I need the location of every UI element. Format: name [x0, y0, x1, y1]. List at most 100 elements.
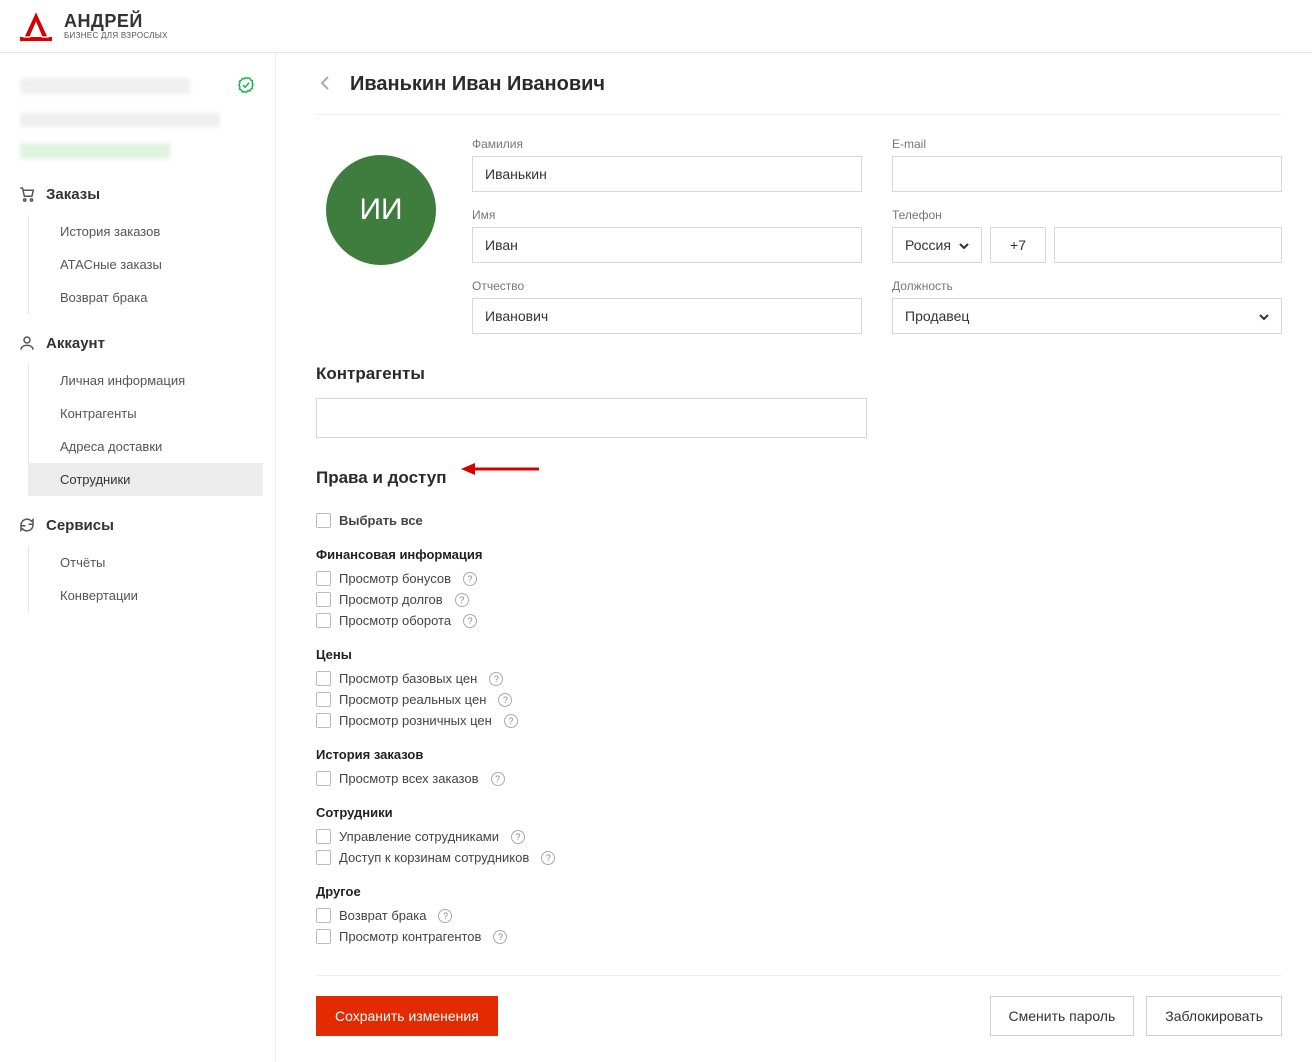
label-middlename: Отчество: [472, 279, 862, 293]
nav-item-personal-info[interactable]: Личная информация: [28, 364, 263, 397]
perm-group-title: Цены: [316, 647, 1282, 662]
perm-checkbox[interactable]: [316, 713, 331, 728]
nav-item-order-history[interactable]: История заказов: [28, 215, 263, 248]
verified-icon: [237, 76, 255, 97]
logo-name: АНДРЕЙ: [64, 12, 168, 30]
select-phone-country[interactable]: [892, 227, 982, 263]
nav-head-orders[interactable]: Заказы: [12, 177, 263, 211]
perm-checkbox[interactable]: [316, 850, 331, 865]
nav-item-employees[interactable]: Сотрудники: [28, 463, 263, 496]
nav-head-services[interactable]: Сервисы: [12, 508, 263, 542]
profile-section: ИИ Фамилия E-mail Имя Телефон: [316, 137, 1282, 334]
nav-item-reports[interactable]: Отчёты: [28, 546, 263, 579]
logo[interactable]: АНДРЕЙ БИЗНЕС ДЛЯ ВЗРОСЛЫХ: [18, 9, 168, 43]
perm-group-title: Другое: [316, 884, 1282, 899]
main-content: Иванькин Иван Иванович ИИ Фамилия E-mail…: [276, 53, 1312, 1062]
perm-checkbox-row[interactable]: Просмотр реальных цен?: [316, 689, 1282, 710]
change-password-button[interactable]: Сменить пароль: [990, 996, 1135, 1036]
label-email: E-mail: [892, 137, 1282, 151]
nav-item-atas-orders[interactable]: АТАСные заказы: [28, 248, 263, 281]
nav-head-services-label: Сервисы: [46, 517, 114, 534]
sidebar-subtext-redacted: [20, 113, 220, 127]
input-phone-code[interactable]: [990, 227, 1046, 263]
nav-head-account[interactable]: Аккаунт: [12, 326, 263, 360]
input-email[interactable]: [892, 156, 1282, 192]
perm-checkbox[interactable]: [316, 771, 331, 786]
sidebar: Заказы История заказов АТАСные заказы Во…: [0, 53, 276, 1062]
perm-checkbox-row[interactable]: Возврат брака?: [316, 905, 1282, 926]
perm-checkbox[interactable]: [316, 592, 331, 607]
help-icon[interactable]: ?: [463, 572, 477, 586]
avatar: ИИ: [326, 155, 436, 265]
sidebar-balance-redacted: [20, 143, 170, 159]
logo-tagline: БИЗНЕС ДЛЯ ВЗРОСЛЫХ: [64, 32, 168, 40]
perm-checkbox-row[interactable]: Просмотр бонусов?: [316, 568, 1282, 589]
nav-head-orders-label: Заказы: [46, 186, 100, 203]
user-icon: [18, 334, 36, 352]
perm-checkbox[interactable]: [316, 829, 331, 844]
nav-item-returns[interactable]: Возврат брака: [28, 281, 263, 314]
perm-checkbox-row[interactable]: Просмотр розничных цен?: [316, 710, 1282, 731]
nav-head-account-label: Аккаунт: [46, 335, 105, 352]
input-lastname[interactable]: [472, 156, 862, 192]
help-icon[interactable]: ?: [511, 830, 525, 844]
perm-checkbox-label: Просмотр бонусов: [339, 571, 451, 586]
back-icon[interactable]: [316, 71, 334, 98]
help-icon[interactable]: ?: [541, 851, 555, 865]
cart-icon: [18, 185, 36, 203]
label-firstname: Имя: [472, 208, 862, 222]
perm-checkbox-label: Просмотр всех заказов: [339, 771, 479, 786]
help-icon[interactable]: ?: [491, 772, 505, 786]
perm-checkbox-row[interactable]: Доступ к корзинам сотрудников?: [316, 847, 1282, 868]
perm-checkbox-row[interactable]: Просмотр долгов?: [316, 589, 1282, 610]
help-icon[interactable]: ?: [498, 693, 512, 707]
perm-group-title: Финансовая информация: [316, 547, 1282, 562]
select-role[interactable]: [892, 298, 1282, 334]
nav-item-addresses[interactable]: Адреса доставки: [28, 430, 263, 463]
perm-checkbox-label: Просмотр базовых цен: [339, 671, 477, 686]
block-button[interactable]: Заблокировать: [1146, 996, 1282, 1036]
help-icon[interactable]: ?: [438, 909, 452, 923]
logo-icon: [18, 9, 54, 43]
input-middlename[interactable]: [472, 298, 862, 334]
perm-checkbox-row[interactable]: Просмотр контрагентов?: [316, 926, 1282, 947]
perm-checkbox-label: Просмотр оборота: [339, 613, 451, 628]
input-phone-number[interactable]: [1054, 227, 1282, 263]
refresh-icon: [18, 516, 36, 534]
perm-checkbox[interactable]: [316, 929, 331, 944]
perm-checkbox-row[interactable]: Просмотр всех заказов?: [316, 768, 1282, 789]
help-icon[interactable]: ?: [455, 593, 469, 607]
nav-section-account: Аккаунт Личная информация Контрагенты Ад…: [12, 326, 263, 496]
permissions-title: Права и доступ: [316, 468, 447, 488]
perm-checkbox-label: Возврат брака: [339, 908, 426, 923]
perm-checkbox[interactable]: [316, 613, 331, 628]
input-firstname[interactable]: [472, 227, 862, 263]
perm-checkbox[interactable]: [316, 908, 331, 923]
save-button[interactable]: Сохранить изменения: [316, 996, 498, 1036]
contragents-input[interactable]: [316, 398, 867, 438]
perm-checkbox-label: Просмотр контрагентов: [339, 929, 481, 944]
perm-checkbox-label: Просмотр розничных цен: [339, 713, 492, 728]
help-icon[interactable]: ?: [504, 714, 518, 728]
perm-checkbox[interactable]: [316, 692, 331, 707]
nav-section-services: Сервисы Отчёты Конвертации: [12, 508, 263, 612]
checkbox-select-all-input[interactable]: [316, 513, 331, 528]
perm-checkbox[interactable]: [316, 571, 331, 586]
perm-group-title: Сотрудники: [316, 805, 1282, 820]
nav-item-conversions[interactable]: Конвертации: [28, 579, 263, 612]
perm-checkbox[interactable]: [316, 671, 331, 686]
perm-checkbox-row[interactable]: Просмотр базовых цен?: [316, 668, 1282, 689]
help-icon[interactable]: ?: [493, 930, 507, 944]
sidebar-user-name-redacted: [20, 78, 190, 94]
footer-actions: Сохранить изменения Сменить пароль Забло…: [316, 975, 1282, 1036]
help-icon[interactable]: ?: [489, 672, 503, 686]
perm-checkbox-row[interactable]: Управление сотрудниками?: [316, 826, 1282, 847]
checkbox-select-all[interactable]: Выбрать все: [316, 510, 1282, 531]
help-icon[interactable]: ?: [463, 614, 477, 628]
perm-checkbox-label: Доступ к корзинам сотрудников: [339, 850, 529, 865]
sidebar-user-box: [20, 73, 255, 99]
nav-item-contragents[interactable]: Контрагенты: [28, 397, 263, 430]
nav-section-orders: Заказы История заказов АТАСные заказы Во…: [12, 177, 263, 314]
label-phone: Телефон: [892, 208, 1282, 222]
perm-checkbox-row[interactable]: Просмотр оборота?: [316, 610, 1282, 631]
